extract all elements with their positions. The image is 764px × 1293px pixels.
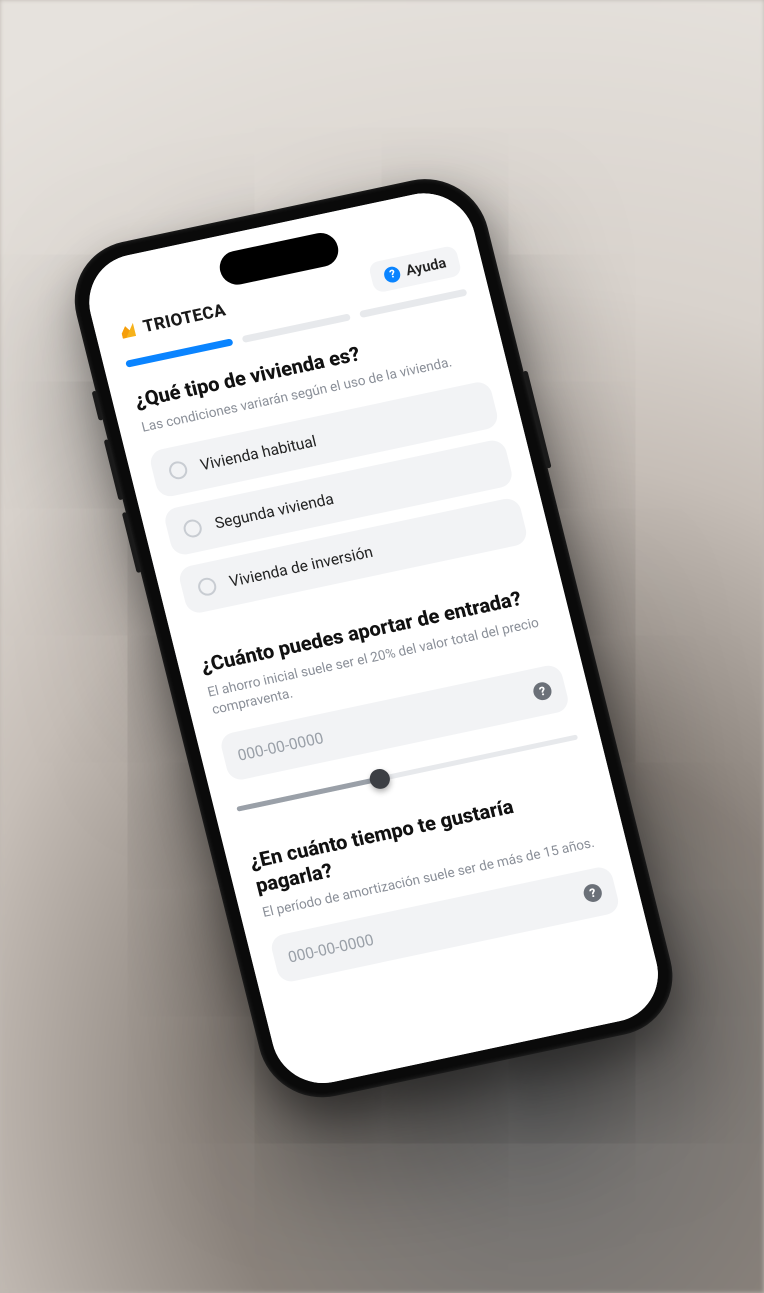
slider-thumb[interactable] <box>368 766 392 790</box>
brand-mark-icon <box>116 318 140 342</box>
slider-fill <box>236 776 380 811</box>
help-label: Ayuda <box>404 254 448 279</box>
radio-icon <box>167 459 189 480</box>
option-label: Segunda vivienda <box>213 490 336 533</box>
brand-logo: TRIOTECA <box>116 299 228 341</box>
option-label: Vivienda de inversión <box>228 543 375 591</box>
question-vivienda-tipo: ¿Qué tipo de vivienda es? Las condicione… <box>132 316 532 626</box>
option-label: Vivienda habitual <box>199 432 319 474</box>
radio-icon <box>182 518 204 539</box>
radio-icon <box>196 576 218 597</box>
help-button[interactable]: ? Ayuda <box>368 244 462 293</box>
brand-name: TRIOTECA <box>141 299 228 336</box>
question-aporte-entrada: ¿Cuánto puedes aportar de entrada? El ah… <box>198 581 581 822</box>
question-mark-icon: ? <box>383 264 403 283</box>
